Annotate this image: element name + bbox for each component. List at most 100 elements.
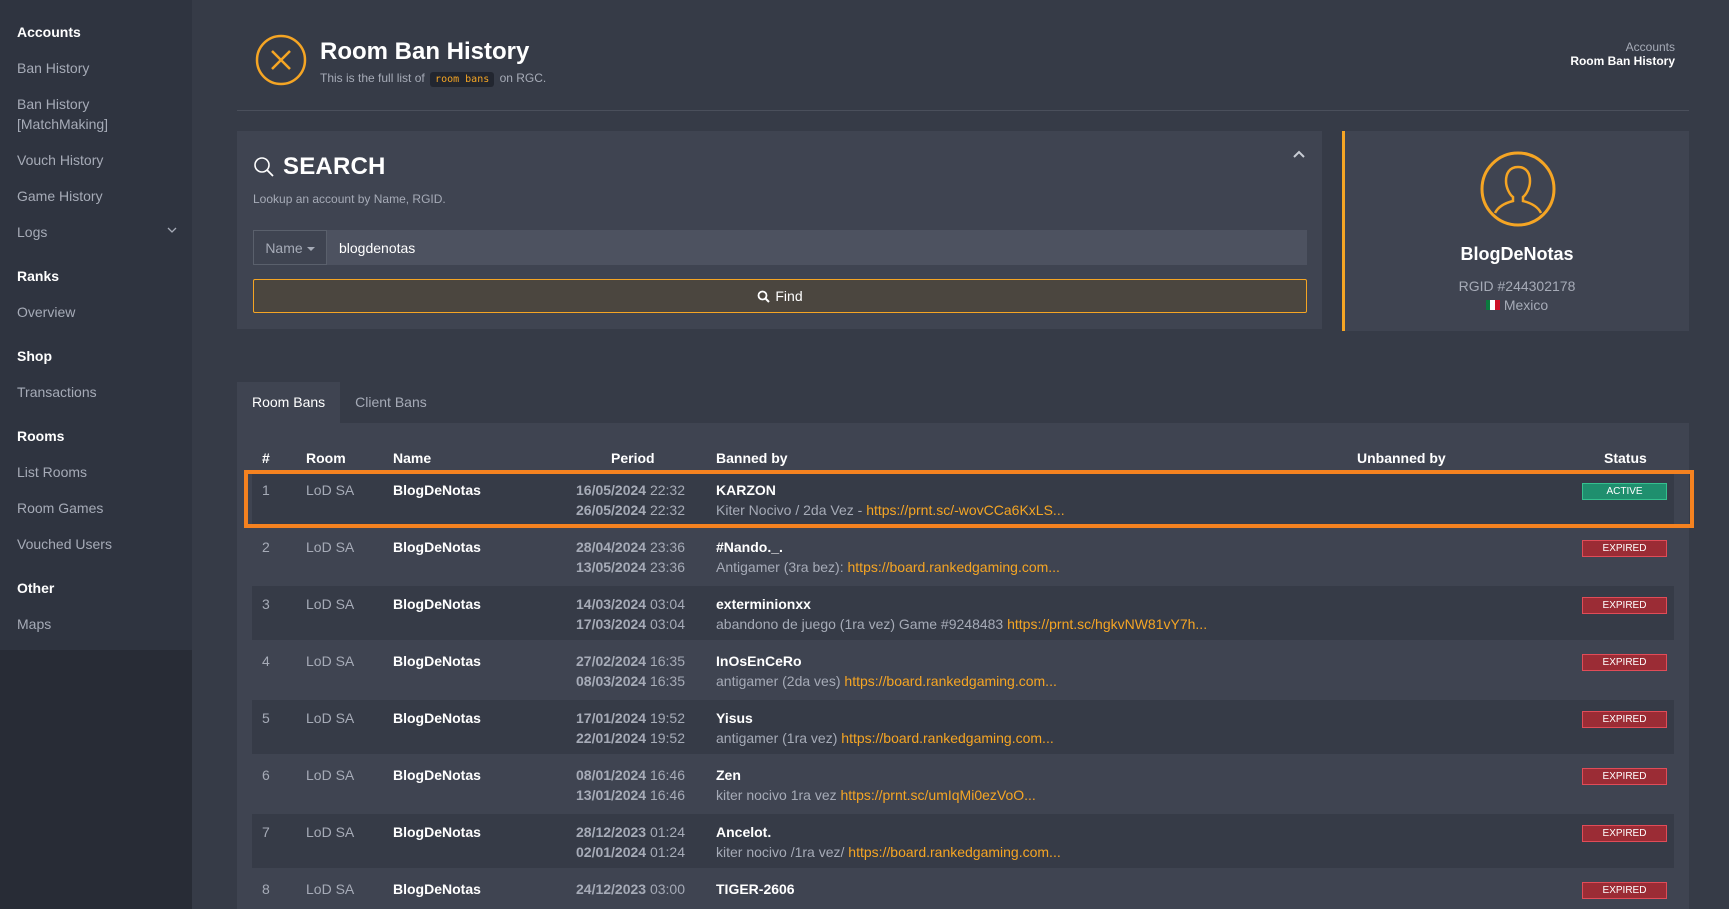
table-row[interactable]: 1 LoD SA BlogDeNotas 16/05/2024 22:32 26/05/… — [252, 472, 1674, 526]
row-num: 6 — [262, 767, 270, 783]
row-reason-text: antigamer (1ra vez) — [716, 730, 842, 746]
status-badge: EXPIRED — [1582, 597, 1667, 614]
sidebar-item-overview[interactable]: Overview — [17, 294, 192, 330]
row-num: 5 — [262, 710, 270, 726]
sidebar-item-logs[interactable]: Logs — [17, 214, 192, 250]
row-evidence-link[interactable]: https://board.rankedgaming.com... — [841, 730, 1053, 746]
col-period: Period — [611, 450, 655, 466]
ban-icon — [255, 34, 307, 86]
row-evidence-link[interactable]: https://board.rankedgaming.com... — [848, 559, 1060, 575]
sidebar-item-maps[interactable]: Maps — [17, 606, 192, 642]
breadcrumb: Accounts Room Ban History — [1570, 40, 1675, 68]
sidebar-heading-accounts: Accounts — [17, 24, 81, 40]
table-row[interactable]: 2 LoD SA BlogDeNotas 28/04/2024 23:36 13/05/… — [252, 529, 1674, 583]
row-name[interactable]: BlogDeNotas — [393, 594, 481, 614]
row-start-time: 19:52 — [649, 710, 686, 726]
sidebar-heading-shop: Shop — [17, 348, 52, 364]
row-banned-by-name[interactable]: KARZON — [716, 480, 1065, 500]
sidebar-item-list-rooms[interactable]: List Rooms — [17, 454, 192, 490]
col-num: # — [262, 450, 270, 466]
row-banned-by: InOsEnCeRo antigamer (2da ves) https://bo… — [716, 651, 1057, 691]
sidebar-item-ban-history[interactable]: Ban History — [17, 50, 192, 86]
chevron-up-icon[interactable] — [1292, 147, 1306, 161]
ban-table: # Room Name Period Banned by Unbanned by… — [237, 423, 1689, 909]
sidebar-item-vouch-history[interactable]: Vouch History — [17, 142, 192, 178]
sidebar-item-vouched-users[interactable]: Vouched Users — [17, 526, 192, 562]
row-banned-by: #Nando._. Antigamer (3ra bez): https://bo… — [716, 537, 1060, 577]
row-banned-by-name[interactable]: TIGER-2606 — [716, 879, 795, 899]
col-unbanned-by: Unbanned by — [1357, 450, 1446, 466]
row-start-time: 16:35 — [649, 653, 686, 669]
row-banned-by-name[interactable]: InOsEnCeRo — [716, 651, 1057, 671]
row-name[interactable]: BlogDeNotas — [393, 651, 481, 671]
row-banned-by: Ancelot. kiter nocivo /1ra vez/ https://b… — [716, 822, 1061, 862]
table-row[interactable]: 6 LoD SA BlogDeNotas 08/01/2024 16:46 13/01/… — [252, 757, 1674, 811]
row-reason: antigamer (1ra vez) https://board.ranked… — [716, 728, 1054, 748]
page-subtitle: This is the full list of room bans on RG… — [320, 71, 546, 87]
row-period: 28/04/2024 23:36 13/05/2024 23:36 — [576, 537, 685, 577]
row-end-time: 16:46 — [649, 787, 686, 803]
search-type-dropdown[interactable]: Name — [253, 230, 327, 265]
row-evidence-link[interactable]: https://board.rankedgaming.com... — [848, 844, 1060, 860]
row-name[interactable]: BlogDeNotas — [393, 708, 481, 728]
row-reason-text: kiter nocivo /1ra vez/ — [716, 844, 849, 860]
tab-room-bans[interactable]: Room Bans — [237, 382, 341, 423]
search-icon — [757, 290, 771, 303]
table-row[interactable]: 3 LoD SA BlogDeNotas 14/03/2024 03:04 17/03/… — [252, 586, 1674, 640]
row-evidence-link[interactable]: https://prnt.sc/hgkvNW81vY7h... — [1007, 616, 1207, 632]
row-end-time: 01:24 — [649, 844, 686, 860]
row-evidence-link[interactable]: https://prnt.sc/umIqMi0ezVoO... — [841, 787, 1036, 803]
row-name[interactable]: BlogDeNotas — [393, 822, 481, 842]
row-end-date: 22/01/2024 — [576, 730, 647, 746]
room-bans-code: room bans — [430, 72, 495, 87]
find-button[interactable]: Find — [253, 279, 1307, 313]
breadcrumb-current: Room Ban History — [1570, 54, 1675, 68]
row-start-date: 17/01/2024 — [576, 710, 647, 726]
row-banned-by-name[interactable]: Zen — [716, 765, 1036, 785]
table-row[interactable]: 8 LoD SA BlogDeNotas 24/12/2023 03:00 TIGER… — [252, 871, 1674, 909]
row-start-date: 27/02/2024 — [576, 653, 647, 669]
sidebar-item-room-games[interactable]: Room Games — [17, 490, 192, 526]
sidebar-item-logs-label: Logs — [17, 224, 48, 240]
breadcrumb-accounts[interactable]: Accounts — [1570, 40, 1675, 54]
row-room: LoD SA — [306, 824, 355, 840]
row-start-date: 16/05/2024 — [576, 482, 647, 498]
user-avatar-icon — [1480, 151, 1556, 227]
table-row[interactable]: 4 LoD SA BlogDeNotas 27/02/2024 16:35 08/03/… — [252, 643, 1674, 697]
row-banned-by-name[interactable]: Yisus — [716, 708, 1054, 728]
table-row[interactable]: 5 LoD SA BlogDeNotas 17/01/2024 19:52 22/01/… — [252, 700, 1674, 754]
row-start-date: 24/12/2023 — [576, 881, 647, 897]
row-reason: kiter nocivo 1ra vez https://prnt.sc/umI… — [716, 785, 1036, 805]
row-name[interactable]: BlogDeNotas — [393, 765, 481, 785]
tab-client-bans[interactable]: Client Bans — [340, 382, 442, 423]
row-start-time: 22:32 — [649, 482, 686, 498]
search-icon — [254, 157, 274, 177]
row-name[interactable]: BlogDeNotas — [393, 480, 481, 500]
table-row[interactable]: 7 LoD SA BlogDeNotas 28/12/2023 01:24 02/01/… — [252, 814, 1674, 868]
status-badge: EXPIRED — [1582, 654, 1667, 671]
row-end-date: 26/05/2024 — [576, 502, 647, 518]
row-evidence-link[interactable]: https://prnt.sc/-wovCCa6KxLS... — [866, 502, 1064, 518]
row-end-date: 02/01/2024 — [576, 844, 647, 860]
row-num: 1 — [262, 482, 270, 498]
profile-rgid: RGID #244302178 — [1458, 278, 1576, 294]
status-badge: ACTIVE — [1582, 483, 1667, 500]
row-evidence-link[interactable]: https://board.rankedgaming.com... — [844, 673, 1056, 689]
row-banned-by-name[interactable]: exterminionxx — [716, 594, 1207, 614]
row-name[interactable]: BlogDeNotas — [393, 879, 481, 899]
sidebar-item-transactions[interactable]: Transactions — [17, 374, 192, 410]
search-type-label: Name — [265, 239, 303, 256]
sidebar-item-game-history[interactable]: Game History — [17, 178, 192, 214]
row-banned-by: Zen kiter nocivo 1ra vez https://prnt.sc/… — [716, 765, 1036, 805]
row-start-time: 23:36 — [649, 539, 686, 555]
row-period: 27/02/2024 16:35 08/03/2024 16:35 — [576, 651, 685, 691]
row-name[interactable]: BlogDeNotas — [393, 537, 481, 557]
search-panel: SEARCH Lookup an account by Name, RGID. … — [237, 131, 1322, 329]
search-input[interactable] — [327, 230, 1307, 265]
sidebar-item-ban-history-matchmaking[interactable]: Ban History [MatchMaking] — [17, 86, 127, 142]
row-banned-by-name[interactable]: Ancelot. — [716, 822, 1061, 842]
row-reason-text: kiter nocivo 1ra vez — [716, 787, 841, 803]
status-badge: EXPIRED — [1582, 882, 1667, 899]
row-banned-by-name[interactable]: #Nando._. — [716, 537, 1060, 557]
row-num: 7 — [262, 824, 270, 840]
